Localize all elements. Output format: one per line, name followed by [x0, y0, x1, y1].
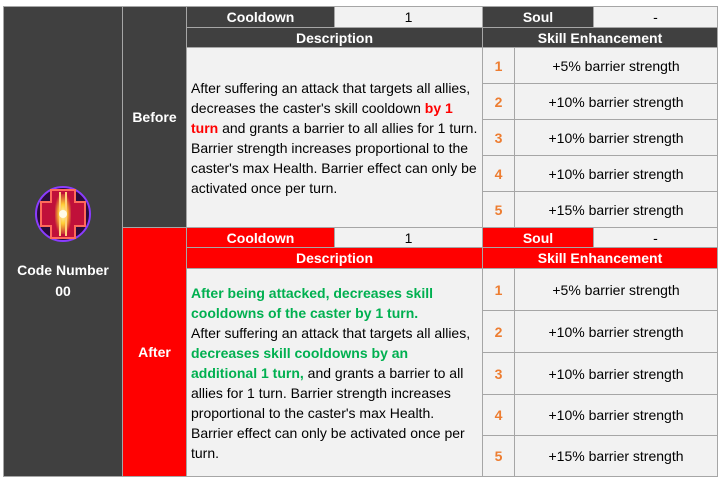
after-enhancement-3: +10% barrier strength [514, 352, 718, 395]
after-enhancement-2: +10% barrier strength [514, 310, 718, 353]
after-enhancement-header: Skill Enhancement [482, 247, 718, 269]
after-enhancement-4: +10% barrier strength [514, 394, 718, 436]
after-level-5: 5 [482, 434, 515, 477]
after-enhancement-1: +5% barrier strength [514, 268, 718, 311]
before-level-3: 3 [482, 119, 515, 156]
before-cooldown-value: 1 [334, 6, 483, 28]
before-description-header: Description [186, 27, 483, 48]
after-description-highlight-1: After being attacked, decreases skill co… [191, 284, 433, 321]
before-soul-label: Soul [482, 6, 594, 28]
before-level-2: 2 [482, 83, 515, 120]
before-label: Before [122, 6, 187, 228]
after-level-4: 4 [482, 394, 515, 436]
before-level-1: 1 [482, 47, 515, 84]
before-description-part2: and grants a barrier to all allies for 1… [191, 119, 478, 196]
character-name-line1: Code Number [17, 261, 109, 278]
before-enhancement-3: +10% barrier strength [514, 119, 718, 156]
before-stats-row: Code Number 00 Before Cooldown 1 Soul - [3, 6, 718, 477]
after-cooldown-label: Cooldown [186, 227, 335, 248]
after-description: After being attacked, decreases skill co… [186, 268, 483, 477]
before-cooldown-label: Cooldown [186, 6, 335, 28]
before-enhancement-5: +15% barrier strength [514, 191, 718, 228]
after-description-header: Description [186, 247, 483, 269]
before-level-4: 4 [482, 155, 515, 192]
after-cooldown-value: 1 [334, 227, 483, 248]
character-cell: Code Number 00 [3, 6, 123, 477]
before-enhancement-1: +5% barrier strength [514, 47, 718, 84]
after-label: After [122, 227, 187, 477]
before-enhancement-2: +10% barrier strength [514, 83, 718, 120]
after-level-3: 3 [482, 352, 515, 395]
skill-comparison-table: Code Number 00 Before Cooldown 1 Soul - … [3, 6, 718, 477]
before-enhancement-header: Skill Enhancement [482, 27, 718, 48]
after-enhancement-5: +15% barrier strength [514, 434, 718, 477]
after-level-2: 2 [482, 310, 515, 353]
after-description-part1: After suffering an attack that targets a… [191, 324, 471, 341]
before-description: After suffering an attack that targets a… [186, 47, 483, 228]
after-level-1: 1 [482, 268, 515, 311]
before-soul-value: - [593, 6, 718, 28]
before-enhancement-4: +10% barrier strength [514, 155, 718, 192]
after-soul-label: Soul [482, 227, 594, 248]
hexagon-core-icon [35, 185, 91, 242]
character-name-line2: 00 [55, 282, 71, 299]
after-soul-value: - [593, 227, 718, 248]
before-level-5: 5 [482, 191, 515, 228]
